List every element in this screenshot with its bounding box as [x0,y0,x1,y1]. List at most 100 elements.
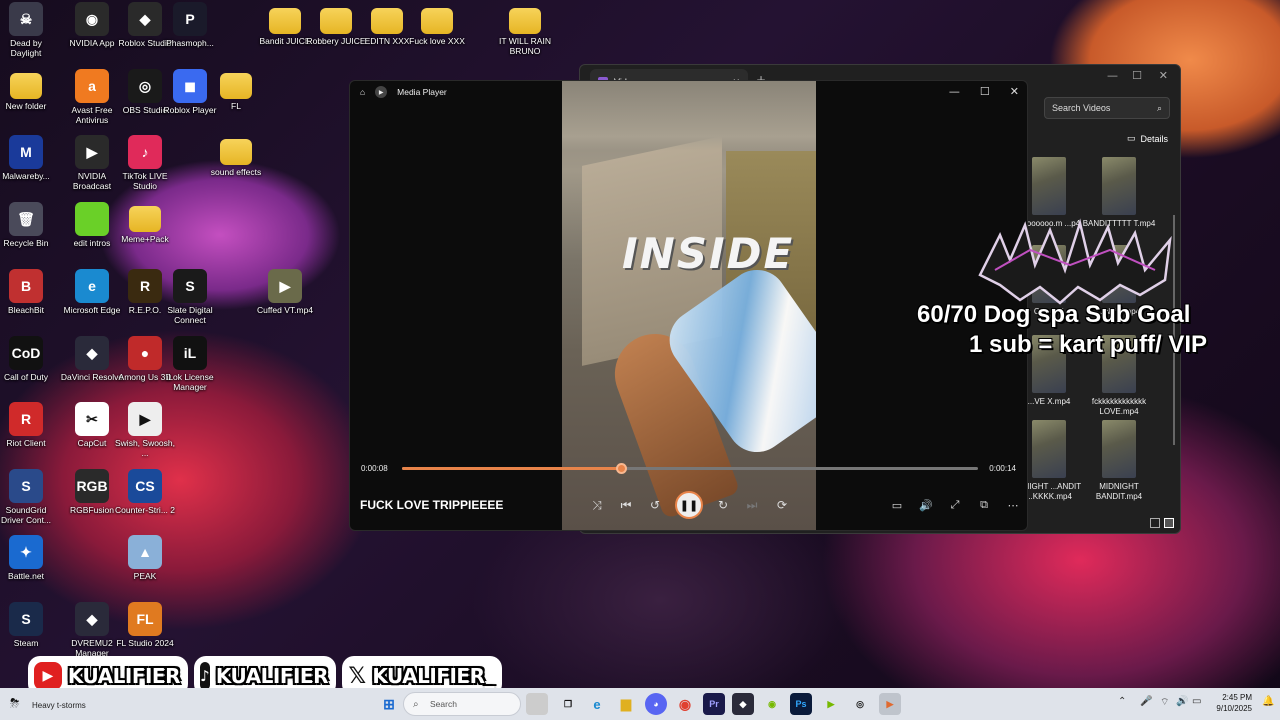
desktop-icon[interactable]: ▲ PEAK [113,535,177,581]
desktop-icon[interactable]: ✦ Battle.net [0,535,58,581]
widgets-icon[interactable] [526,693,548,715]
desktop-icon-label: TikTok LIVE Studio [122,171,168,191]
miniplayer-icon[interactable]: ⧉ [973,490,995,520]
desktop-icon-label: Fuck love XXX [409,36,465,46]
repeat-icon[interactable]: ⟳ [769,490,795,520]
desktop-icon[interactable]: Meme+Pack [113,202,177,244]
app-icon: B [9,269,43,303]
nvidia-icon[interactable]: ◉ [761,693,783,715]
mic-icon[interactable]: 🎤 [1140,696,1152,707]
desktop-icon[interactable]: sound effects [204,135,268,177]
desktop-icon-label: SoundGrid Driver Cont... [0,505,52,525]
video-thumbnail[interactable] [1102,420,1136,478]
previous-icon[interactable]: ⏮ [613,490,639,520]
song-title: FUCK LOVE TRIPPIEEEE [360,498,504,512]
video-thumbnail[interactable] [1032,420,1066,478]
desktop-icon-label: FL Studio 2024 [116,638,174,648]
seek-handle[interactable] [615,463,627,474]
app-icon: S [9,602,43,636]
shuffle-icon[interactable]: ⤨ [584,490,610,520]
desktop-icon-label: Battle.net [8,571,44,581]
nvidia-broadcast-icon[interactable]: ▶ [820,693,842,715]
rewind-icon[interactable]: ↺ [642,490,668,520]
media-player-taskbar-icon[interactable]: ▶ [879,693,901,715]
desktop-icon[interactable]: FL FL Studio 2024 [113,602,177,648]
maximize-icon[interactable]: ☐ [980,85,990,98]
list-view-icon[interactable] [1150,518,1160,528]
desktop-icon[interactable]: FL [204,69,268,111]
desktop-icon[interactable]: ☠ Dead by Daylight [0,2,58,58]
battery-icon[interactable]: ▭ [1192,696,1201,707]
app-icon: R [128,269,162,303]
video-thumbnail[interactable] [1032,157,1066,215]
grid-view-icon[interactable] [1164,518,1174,528]
premiere-icon[interactable]: Pr [703,693,725,715]
details-button[interactable]: ▭ Details [1127,133,1168,144]
desktop-icon[interactable]: S SoundGrid Driver Cont... [0,469,58,525]
file-explorer-icon[interactable]: ▆ [615,693,637,715]
maximize-icon[interactable]: ☐ [1132,69,1142,82]
fullscreen-icon[interactable]: ⤢ [944,490,966,520]
app-icon: ◆ [75,602,109,636]
weather-icon[interactable]: ⛈ [10,696,20,711]
folder-icon [320,8,352,34]
app-icon: ▶ [75,135,109,169]
taskbar-search-input[interactable]: ⌕ Search [403,692,521,716]
search-videos-input[interactable]: Search Videos ⌕ [1044,97,1170,119]
desktop-icon-label: Recycle Bin [3,238,49,248]
streamer-logo [978,218,1172,305]
desktop-icon[interactable]: S Steam [0,602,58,648]
video-thumbnail[interactable] [1102,157,1136,215]
desktop-icon[interactable]: M Malwareby... [0,135,58,181]
next-icon[interactable]: ⏭ [739,490,765,520]
desktop-icon[interactable]: New folder [0,69,58,111]
desktop-icon-label: Meme+Pack [121,234,169,244]
desktop-icon[interactable]: CoD Call of Duty [0,336,58,382]
volume-icon[interactable]: 🔊 [1176,696,1188,707]
davinci-icon[interactable]: ◆ [732,693,754,715]
volume-icon[interactable]: 🔊 [915,490,937,520]
desktop-icon[interactable]: ▶ Swish, Swoosh, ... [113,402,177,458]
weather-text[interactable]: Heavy t-storms [32,701,86,710]
more-options-icon[interactable]: ⋯ [1002,490,1024,520]
wifi-icon[interactable]: ⌔ [1160,696,1169,709]
photoshop-icon[interactable]: Ps [790,693,812,715]
home-icon[interactable]: ⌂ [360,87,365,97]
seek-track[interactable] [402,463,978,474]
task-view-icon[interactable]: ❐ [557,693,579,715]
desktop-icon[interactable]: R Riot Client [0,402,58,448]
close-icon[interactable]: ✕ [1010,85,1019,98]
desktop-icon[interactable]: CS Counter-Stri... 2 [113,469,177,515]
notifications-icon[interactable]: 🔔 [1262,696,1274,707]
taskbar-clock[interactable]: 2:45 PM 9/10/2025 [1216,692,1252,714]
app-icon: a [75,69,109,103]
desktop-icon[interactable]: Fuck love XXX [405,4,469,46]
desktop-icon[interactable]: B BleachBit [0,269,58,315]
desktop-icon[interactable]: iL iLok License Manager [158,336,222,392]
folder-icon [129,206,161,232]
clock-date: 9/10/2025 [1216,704,1252,713]
captions-icon[interactable]: ▭ [886,490,908,520]
desktop-icon[interactable]: IT WILL RAIN BRUNO [493,4,557,56]
media-player-title: Media Player [397,87,447,97]
desktop-icon[interactable]: ♪ TikTok LIVE Studio [113,135,177,191]
details-label: Details [1140,133,1168,144]
forward-icon[interactable]: ↻ [710,490,736,520]
minimize-icon[interactable]: — [949,85,960,98]
app-icon: ☠ [9,2,43,36]
desktop-icon[interactable]: S Slate Digital Connect [158,269,222,325]
desktop-icon[interactable]: ▶ Cuffed VT.mp4 [253,269,317,315]
chrome-icon[interactable]: ◉ [674,693,696,715]
pause-button[interactable]: ❚❚ [675,491,703,519]
obs-icon[interactable]: ◎ [849,693,871,715]
close-icon[interactable]: ✕ [1159,69,1168,82]
minimize-icon[interactable]: — [1107,69,1118,82]
discord-icon[interactable]: ◕ [645,693,667,715]
app-icon: M [9,135,43,169]
start-icon[interactable]: ⊞ [378,693,400,715]
show-hidden-icons[interactable]: ⌃ [1118,696,1126,707]
desktop-icon[interactable]: P Phasmoph... [158,2,222,48]
desktop-icon-label: Cuffed VT.mp4 [256,305,314,315]
edge-icon[interactable]: e [586,693,608,715]
desktop-icon[interactable]: 🗑 Recycle Bin [0,202,58,248]
